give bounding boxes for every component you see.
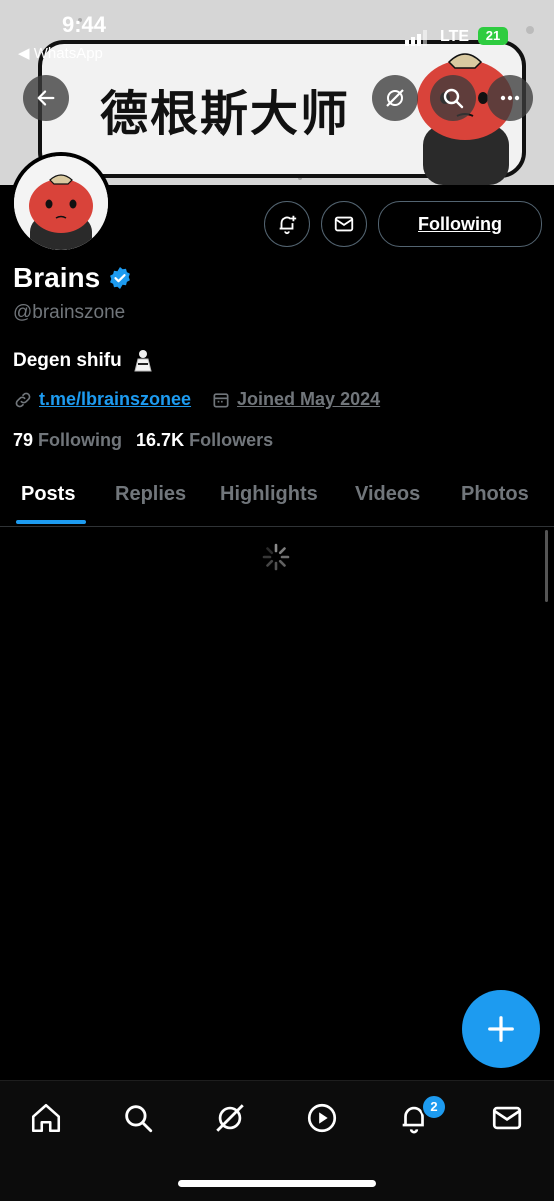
mail-icon bbox=[334, 216, 354, 232]
explore-icon[interactable] bbox=[121, 1101, 155, 1135]
tab-replies[interactable]: Replies bbox=[115, 483, 186, 506]
grok-icon[interactable] bbox=[213, 1101, 247, 1135]
home-indicator[interactable] bbox=[178, 1180, 376, 1187]
profile-stats: 79 Following 16.7K Followers bbox=[13, 430, 273, 451]
following-count: 79 bbox=[13, 430, 34, 450]
followers-count: 16.7K bbox=[136, 430, 185, 450]
signal-icon bbox=[405, 30, 427, 46]
verified-badge-icon[interactable] bbox=[108, 266, 132, 290]
calendar-icon bbox=[213, 392, 229, 407]
status-time: 9:44 bbox=[62, 12, 107, 37]
tab-highlights[interactable]: Highlights bbox=[220, 483, 318, 506]
notification-subscribe-button[interactable] bbox=[264, 201, 310, 247]
profile-name-row: Brains bbox=[13, 262, 132, 294]
bell-plus-icon bbox=[279, 215, 297, 235]
status-back-to-app[interactable]: ◀ WhatsApp bbox=[18, 44, 103, 62]
followers-label: Followers bbox=[189, 430, 274, 450]
profile-link[interactable]: t.me/lbrainszonee bbox=[39, 389, 191, 410]
profile-meta: t.me/lbrainszonee Joined May 2024 bbox=[13, 389, 380, 410]
more-options-button[interactable] bbox=[487, 75, 533, 121]
plus-icon bbox=[488, 1016, 514, 1042]
back-button[interactable] bbox=[23, 75, 69, 121]
home-icon[interactable] bbox=[29, 1101, 63, 1135]
active-tab-indicator bbox=[16, 520, 86, 524]
following-button[interactable]: Following bbox=[378, 201, 542, 247]
profile-name: Brains bbox=[13, 262, 101, 293]
avatar-image bbox=[14, 156, 108, 250]
bio-text: Degen shifu bbox=[13, 350, 122, 371]
more-icon bbox=[500, 95, 520, 101]
martial-artist-emoji-icon bbox=[134, 350, 152, 372]
link-icon bbox=[15, 392, 31, 407]
tab-photos[interactable]: Photos bbox=[461, 483, 529, 506]
following-label: Following bbox=[38, 430, 123, 450]
tab-posts[interactable]: Posts bbox=[21, 483, 75, 506]
search-icon bbox=[443, 88, 464, 109]
battery-level: 21 bbox=[478, 27, 508, 45]
grok-button[interactable] bbox=[372, 75, 418, 121]
notifications-badge: 2 bbox=[421, 1094, 447, 1120]
message-button[interactable] bbox=[321, 201, 367, 247]
profile-tabs: Posts Replies Highlights Videos Photos bbox=[0, 470, 554, 527]
search-button[interactable] bbox=[430, 75, 476, 121]
scrollbar[interactable] bbox=[545, 530, 548, 602]
profile-handle: @brainszone bbox=[13, 302, 126, 323]
spinner-icon bbox=[262, 543, 290, 571]
following-stat[interactable]: 79 Following bbox=[13, 430, 122, 451]
video-icon[interactable] bbox=[305, 1101, 339, 1135]
banner-title: 德根斯大师 bbox=[100, 86, 351, 142]
avatar[interactable] bbox=[10, 152, 112, 254]
compose-post-button[interactable] bbox=[462, 990, 540, 1068]
network-type: LTE bbox=[440, 28, 470, 45]
followers-stat[interactable]: 16.7K Followers bbox=[136, 430, 273, 451]
following-button-label: Following bbox=[418, 213, 502, 234]
mail-icon[interactable] bbox=[490, 1101, 524, 1135]
back-arrow-icon bbox=[37, 90, 55, 106]
tab-videos[interactable]: Videos bbox=[355, 483, 420, 506]
grok-icon bbox=[386, 89, 404, 107]
profile-bio: Degen shifu bbox=[13, 349, 154, 373]
joined-date: Joined May 2024 bbox=[237, 389, 381, 409]
